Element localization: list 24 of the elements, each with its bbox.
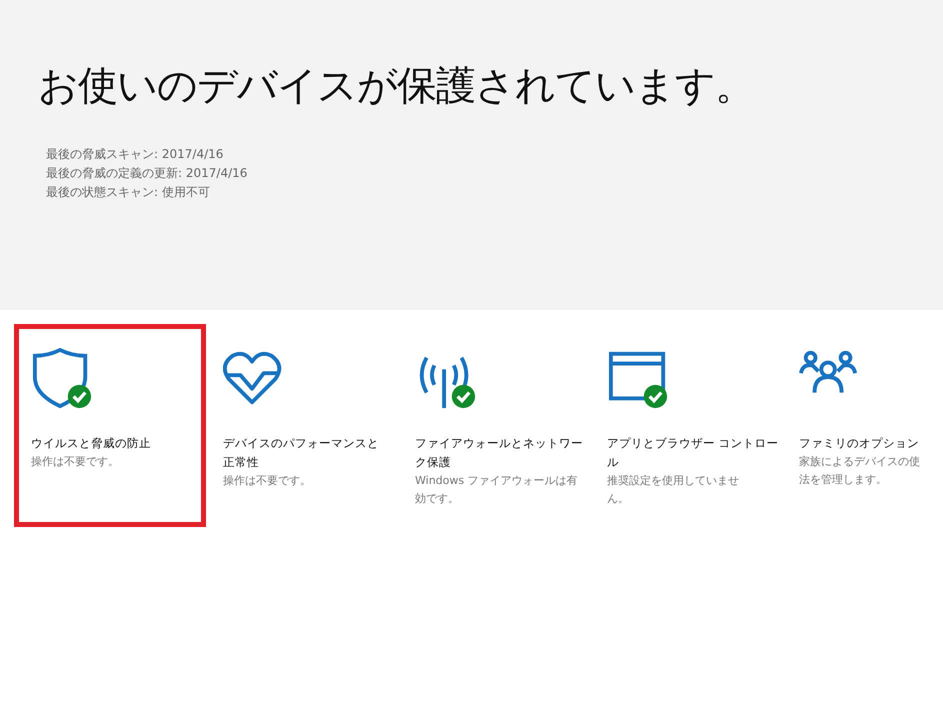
- scan-info-text: 最後の脅威の定義の更新: 2017/4/16: [46, 165, 248, 182]
- tile-title: ウイルスと脅威の防止: [31, 435, 151, 452]
- category-tile[interactable]: ウイルスと脅威の防止 操作は不要です。: [14, 324, 206, 527]
- tile-title: アプリとブラウザー コントロー ル: [607, 435, 779, 471]
- category-tile[interactable]: アプリとブラウザー コントロー ル 推奨設定を使用していませ ん。: [590, 324, 782, 527]
- tile-status-text: 推奨設定を使用していませ ん。: [607, 473, 739, 507]
- tile-status-text: 操作は不要です。: [223, 473, 311, 489]
- category-tile[interactable]: デバイスのパフォーマンスと 正常性 操作は不要です。: [206, 324, 398, 527]
- category-tile[interactable]: ファミリのオプション 家族によるデバイスの使 法を管理します。: [782, 324, 943, 527]
- tile-title: デバイスのパフォーマンスと 正常性: [223, 435, 379, 471]
- tile-status-text: 家族によるデバイスの使 法を管理します。: [799, 454, 920, 488]
- window-icon: [608, 352, 666, 400]
- scan-info-text: 最後の脅威スキャン: 2017/4/16: [46, 146, 224, 163]
- tile-status-text: Windows ファイアウォールは有 効です。: [415, 473, 578, 507]
- tile-title: ファイアウォールとネットワー ク保護: [415, 435, 583, 471]
- page-title: お使いのデバイスが保護されています。: [38, 62, 755, 111]
- antenna-icon: [420, 356, 468, 408]
- tile-status-text: 操作は不要です。: [31, 454, 119, 470]
- heart-icon: [223, 352, 282, 404]
- shield-icon: [32, 348, 88, 408]
- people-icon: [799, 350, 858, 393]
- tile-title: ファミリのオプション: [799, 435, 919, 452]
- category-tile[interactable]: ファイアウォールとネットワー ク保護 Windows ファイアウォールは有 効です。: [398, 324, 590, 527]
- scan-info-text: 最後の状態スキャン: 使用不可: [46, 184, 210, 201]
